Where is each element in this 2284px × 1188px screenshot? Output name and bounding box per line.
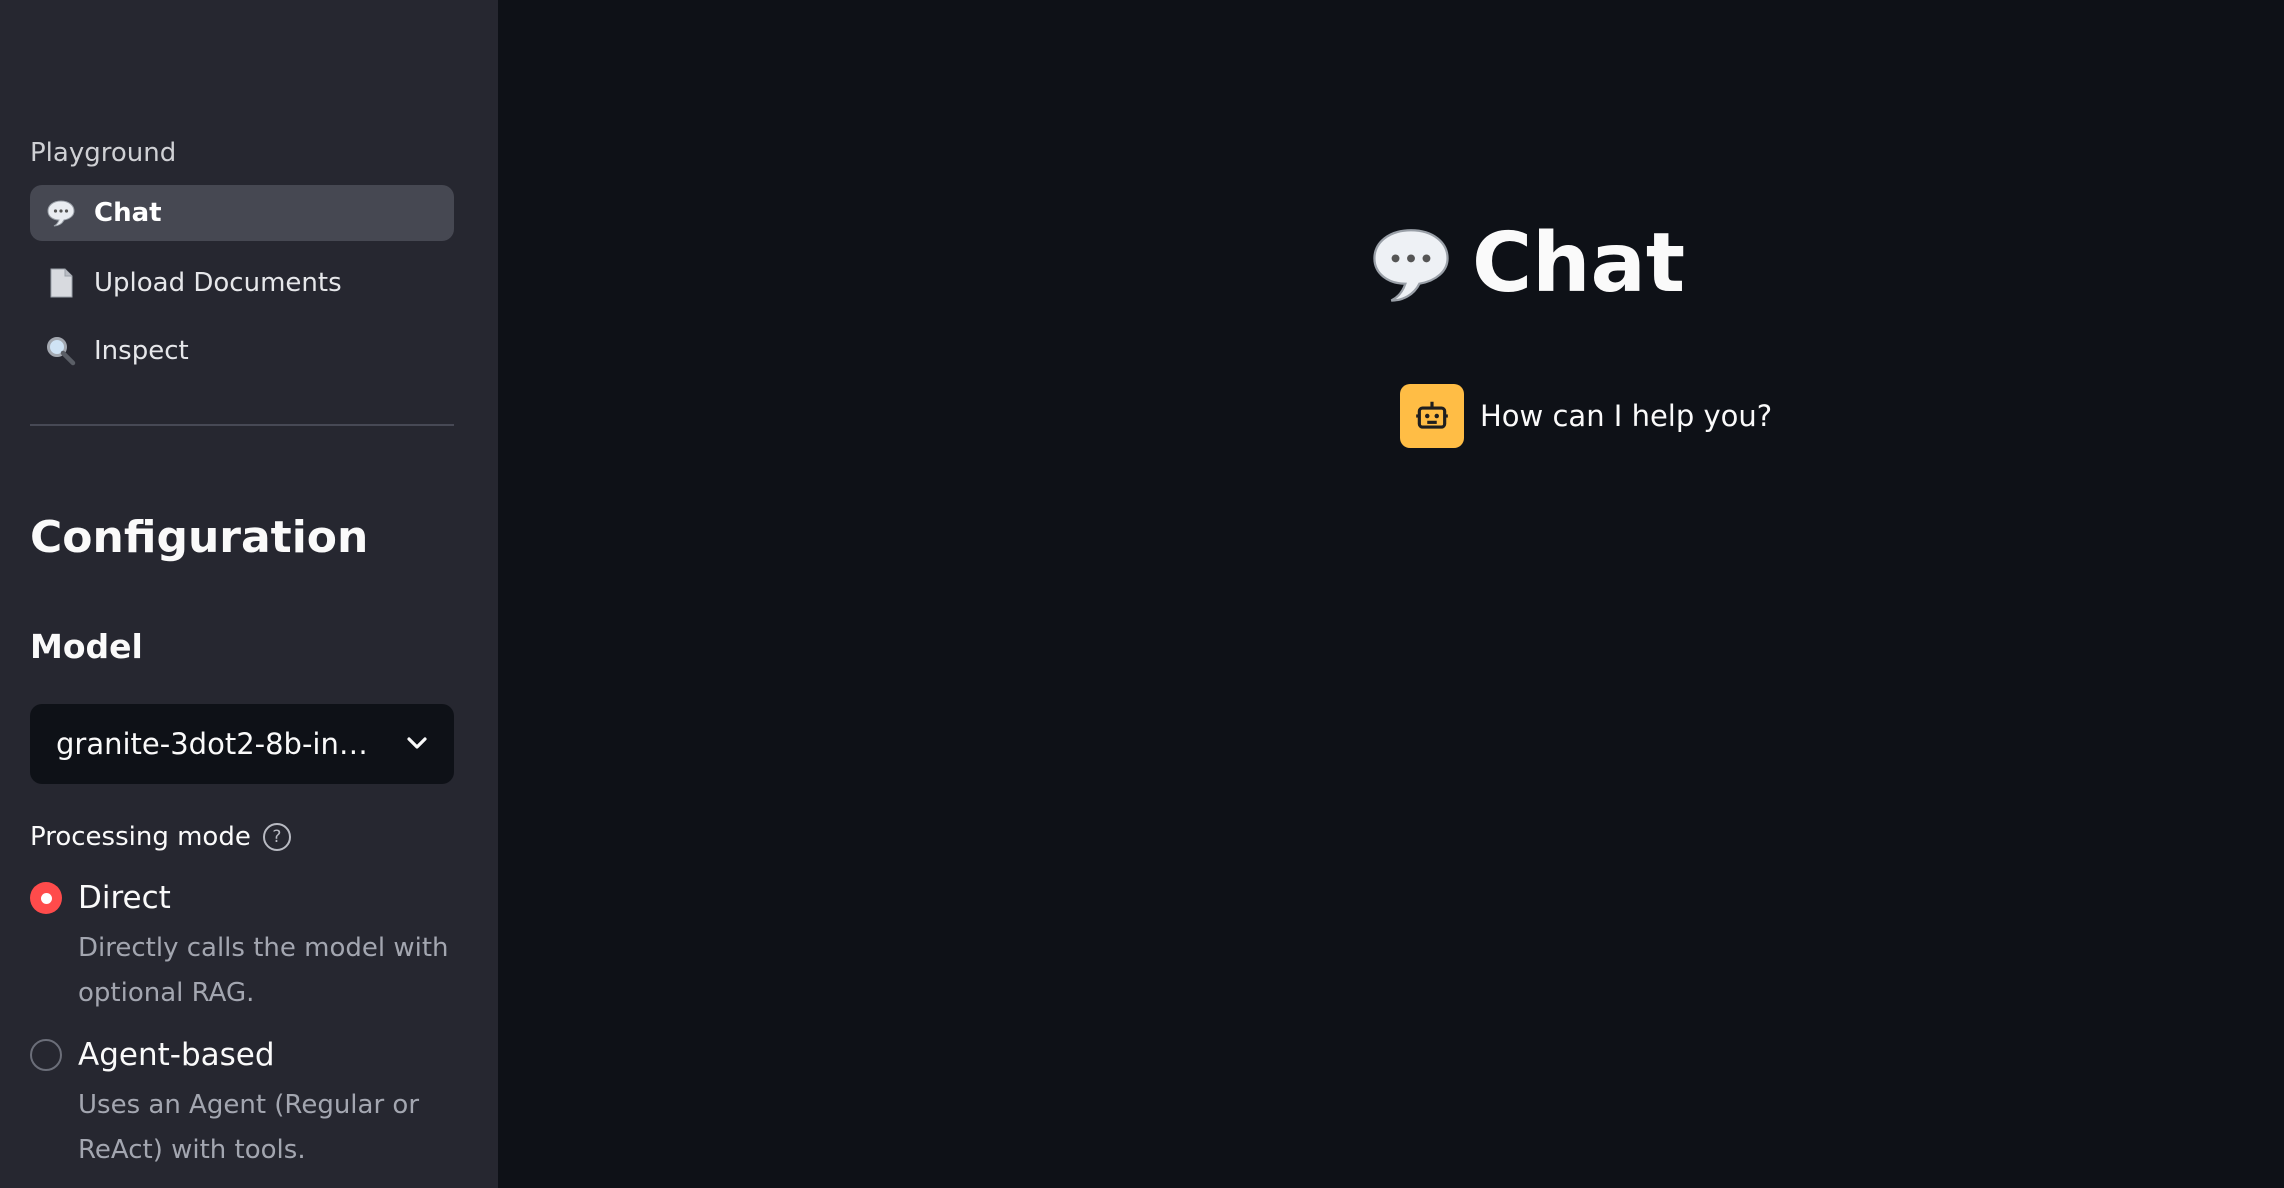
model-select[interactable]: granite-3dot2-8b-ins… xyxy=(30,704,454,784)
magnifier-icon xyxy=(44,334,78,368)
document-icon xyxy=(44,266,78,300)
sidebar-item-label: Inspect xyxy=(94,336,189,366)
sidebar-divider xyxy=(30,424,454,426)
speech-bubble-icon xyxy=(44,196,78,230)
chat-message-text: How can I help you? xyxy=(1480,399,1773,433)
chat-message: How can I help you? xyxy=(1400,384,1772,448)
sidebar-item-label: Chat xyxy=(94,198,162,228)
radio-agent-based[interactable]: Agent-based xyxy=(30,1037,470,1073)
radio-label: Direct xyxy=(78,880,171,916)
page-title: Chat xyxy=(1366,216,1685,311)
processing-mode-text: Processing mode xyxy=(30,822,251,852)
model-select-value: granite-3dot2-8b-ins… xyxy=(56,727,376,761)
sidebar-item-label: Upload Documents xyxy=(94,268,342,298)
radio-option-agent-based: Agent-based Uses an Agent (Regular or Re… xyxy=(30,1037,470,1173)
processing-mode-label: Processing mode ? xyxy=(30,822,291,852)
app-window: Playground Chat Upload Documents Inspect… xyxy=(0,0,2284,1188)
help-circle-icon[interactable]: ? xyxy=(262,823,291,851)
page-title-text: Chat xyxy=(1472,216,1686,311)
chevron-down-icon xyxy=(406,735,428,754)
radio-description: Uses an Agent (Regular or ReAct) with to… xyxy=(78,1090,420,1165)
speech-bubble-icon xyxy=(1366,219,1456,309)
radio-label: Agent-based xyxy=(78,1037,275,1073)
radio-checked-indicator[interactable] xyxy=(30,882,62,914)
sidebar: Playground Chat Upload Documents Inspect… xyxy=(0,0,498,1188)
sidebar-item-chat[interactable]: Chat xyxy=(30,185,454,241)
nav-section-label: Playground xyxy=(30,138,177,168)
radio-description: Directly calls the model with optional R… xyxy=(78,933,449,1008)
radio-direct[interactable]: Direct xyxy=(30,880,470,916)
main-content: Chat How can I help you? xyxy=(498,0,2284,1188)
robot-icon xyxy=(1400,384,1464,448)
radio-option-direct: Direct Directly calls the model with opt… xyxy=(30,880,470,1016)
model-heading: Model xyxy=(30,627,143,666)
sidebar-item-upload-documents[interactable]: Upload Documents xyxy=(30,255,454,311)
radio-unchecked-indicator[interactable] xyxy=(30,1039,62,1071)
sidebar-item-inspect[interactable]: Inspect xyxy=(30,323,454,379)
configuration-heading: Configuration xyxy=(30,512,369,563)
